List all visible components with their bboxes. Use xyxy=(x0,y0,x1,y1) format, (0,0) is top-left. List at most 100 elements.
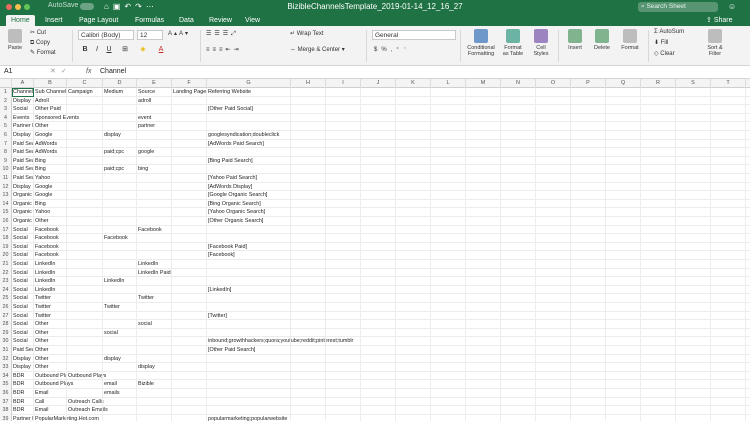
cell-b29[interactable]: Other xyxy=(34,329,67,338)
indent-decrease-icon[interactable]: ⇤ xyxy=(226,47,234,53)
cancel-icon[interactable]: ✕ xyxy=(50,68,61,75)
column-header-m[interactable]: M xyxy=(466,79,501,88)
column-header-j[interactable]: J xyxy=(361,79,396,88)
row-header[interactable]: 4 xyxy=(0,113,12,123)
column-header-h[interactable]: H xyxy=(291,79,326,88)
cell-b8[interactable]: AdWords xyxy=(34,148,67,157)
cell-b11[interactable]: Yahoo xyxy=(34,174,67,183)
paste-button[interactable]: Paste xyxy=(4,29,26,51)
cell-b36[interactable]: Email xyxy=(34,389,67,398)
user-icon[interactable]: ☺ xyxy=(728,2,736,11)
cell-g12[interactable]: [AdWords Display] xyxy=(207,183,291,192)
cell-g27[interactable]: [Twitter] xyxy=(207,312,291,321)
cell-b9[interactable]: Bing xyxy=(34,157,67,166)
cell-b3[interactable]: Other Paid xyxy=(34,105,67,114)
sort-filter-button[interactable]: Sort & Filter xyxy=(702,29,728,57)
row-header[interactable]: 6 xyxy=(0,131,12,140)
row-header[interactable]: 30 xyxy=(0,337,12,346)
cell-a11[interactable]: Paid Search xyxy=(12,174,34,183)
cell-d1[interactable]: Medium xyxy=(103,88,137,97)
cell-d35[interactable]: email xyxy=(103,380,137,389)
cell-e1[interactable]: Source xyxy=(137,88,172,97)
decrease-font-icon[interactable]: A▾ xyxy=(179,31,190,37)
cell-a23[interactable]: Social xyxy=(12,277,34,286)
cell-a3[interactable]: Social xyxy=(12,105,34,114)
column-header-l[interactable]: L xyxy=(431,79,466,88)
row-header[interactable]: 35 xyxy=(0,380,12,389)
column-header-k[interactable]: K xyxy=(396,79,431,88)
orientation-icon[interactable]: ⤢ xyxy=(231,31,239,37)
font-size-select[interactable]: 12 xyxy=(137,30,163,40)
column-header-f[interactable]: F xyxy=(172,79,207,88)
cell-b18[interactable]: Facebook xyxy=(34,234,67,243)
cell-g15[interactable]: [Yahoo Organic Search] xyxy=(207,208,291,217)
row-header[interactable]: 18 xyxy=(0,234,12,243)
format-cells-button[interactable]: Format xyxy=(618,29,642,51)
cell-g6[interactable]: googlesyndication;doubleclick xyxy=(207,131,291,140)
row-header[interactable]: 1 xyxy=(0,88,12,97)
decrease-decimal-icon[interactable]: ⁻ xyxy=(403,47,410,53)
cell-g31[interactable]: [Other Paid Search] xyxy=(207,346,291,355)
tab-review[interactable]: Review xyxy=(204,15,237,26)
copy-button[interactable]: ⧉ Copy xyxy=(30,39,50,47)
function-icon[interactable]: fx xyxy=(86,66,91,78)
cell-b16[interactable]: Other xyxy=(34,217,67,226)
cell-f1[interactable]: Landing Page xyxy=(172,88,207,97)
wrap-text-button[interactable]: ↵ Wrap Text xyxy=(290,30,324,38)
number-format-select[interactable]: General xyxy=(372,30,456,40)
indent-increase-icon[interactable]: ⇥ xyxy=(234,47,242,53)
row-header[interactable]: 33 xyxy=(0,363,12,372)
cell-b26[interactable]: Twitter xyxy=(34,303,67,312)
row-header[interactable]: 14 xyxy=(0,199,12,209)
cell-a7[interactable]: Paid Search xyxy=(12,140,34,149)
cell-e25[interactable]: Twitter xyxy=(137,294,172,303)
cell-a34[interactable]: BDR xyxy=(12,372,34,381)
cell-a25[interactable]: Social xyxy=(12,294,34,303)
italic-button[interactable]: I xyxy=(92,45,102,55)
column-header-t[interactable]: T xyxy=(711,79,746,88)
cell-a12[interactable]: Display xyxy=(12,183,34,192)
cell-b15[interactable]: Yahoo xyxy=(34,208,67,217)
row-header[interactable]: 9 xyxy=(0,156,12,166)
borders-icon[interactable]: ⊞ xyxy=(120,45,130,55)
cell-e17[interactable]: Facebook xyxy=(137,226,172,235)
format-as-table-button[interactable]: Format as Table xyxy=(500,29,526,57)
cell-g19[interactable]: [Facebook Paid] xyxy=(207,243,291,252)
cell-b5[interactable]: Other xyxy=(34,122,67,131)
cell-d18[interactable]: Facebook xyxy=(103,234,137,243)
cell-a21[interactable]: Social xyxy=(12,260,34,269)
column-header-p[interactable]: P xyxy=(571,79,606,88)
column-header-o[interactable]: O xyxy=(536,79,571,88)
search-sheet-input[interactable]: ⌕ Search Sheet xyxy=(638,2,718,12)
cell-d6[interactable]: display xyxy=(103,131,137,140)
row-header[interactable]: 22 xyxy=(0,268,12,278)
cell-d32[interactable]: display xyxy=(103,355,137,364)
column-header-s[interactable]: S xyxy=(676,79,711,88)
cell-styles-button[interactable]: Cell Styles xyxy=(530,29,552,57)
row-header[interactable]: 12 xyxy=(0,182,12,192)
row-header[interactable]: 2 xyxy=(0,96,12,106)
cell-a32[interactable]: Display xyxy=(12,355,34,364)
cell-a26[interactable]: Social xyxy=(12,303,34,312)
cell-b33[interactable]: Other xyxy=(34,363,67,372)
cell-a5[interactable]: Partner Marketing xyxy=(12,122,34,131)
font-color-button[interactable]: A xyxy=(156,45,166,55)
cell-e2[interactable]: adroll xyxy=(137,97,172,106)
conditional-formatting-button[interactable]: Conditional Formatting xyxy=(464,29,498,57)
cell-a33[interactable]: Display xyxy=(12,363,34,372)
row-header[interactable]: 13 xyxy=(0,191,12,200)
cell-a19[interactable]: Social xyxy=(12,243,34,252)
row-header[interactable]: 17 xyxy=(0,225,12,235)
cell-b6[interactable]: Google xyxy=(34,131,67,140)
cell-g7[interactable]: [AdWords Paid Search] xyxy=(207,140,291,149)
cell-a6[interactable]: Display xyxy=(12,131,34,140)
column-header-a[interactable]: A xyxy=(12,79,34,88)
cell-b39[interactable]: PopularMarketing.Hot.com xyxy=(34,415,99,421)
cell-d8[interactable]: paid;cpc xyxy=(103,148,137,157)
cell-b38[interactable]: Email xyxy=(34,406,67,415)
cell-b13[interactable]: Google xyxy=(34,191,67,200)
row-header[interactable]: 28 xyxy=(0,320,12,329)
cell-a14[interactable]: Organic Search xyxy=(12,200,34,209)
insert-cells-button[interactable]: Insert xyxy=(564,29,586,51)
cell-b2[interactable]: Adroll xyxy=(34,97,67,106)
